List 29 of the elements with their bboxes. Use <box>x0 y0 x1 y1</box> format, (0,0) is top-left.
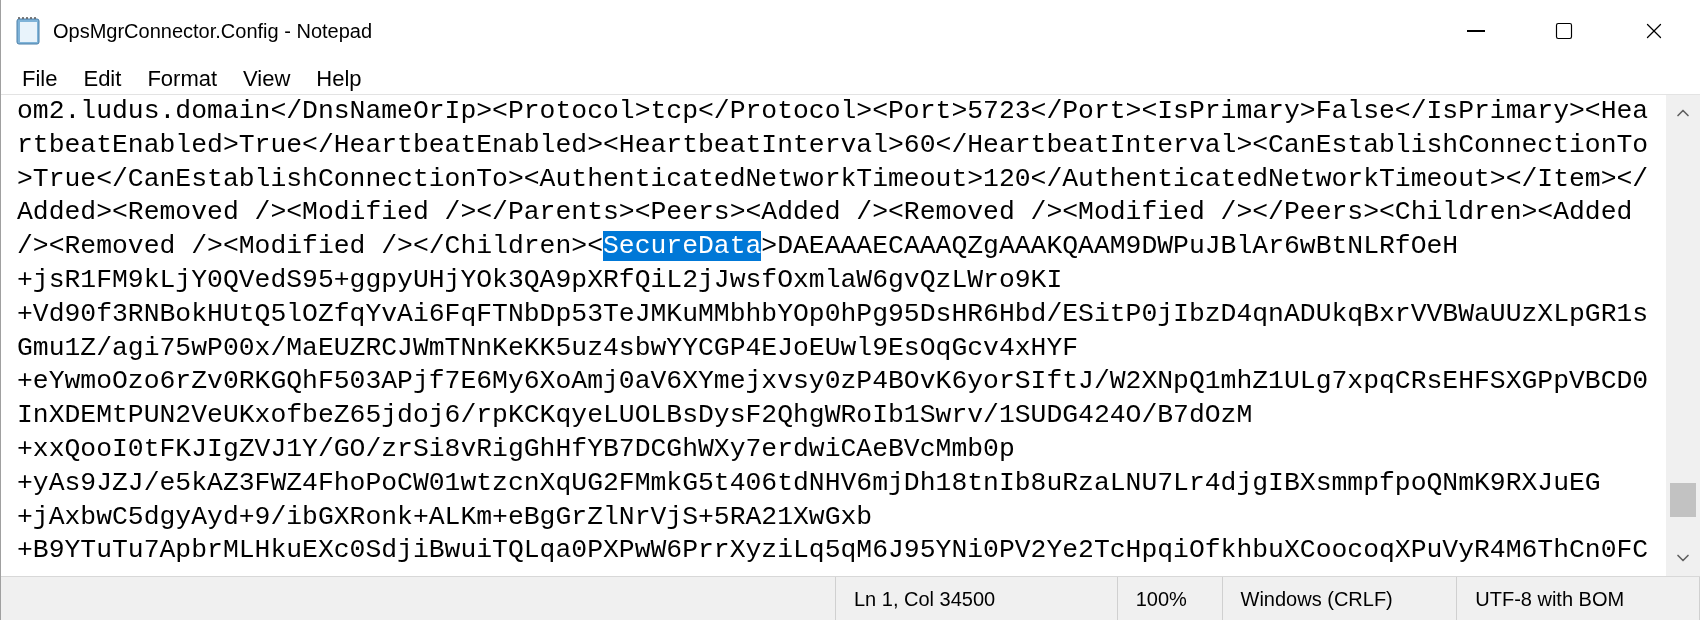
text-line: +xxQooI0tFKJIgZVJ1Y/GO/zrSi8vRigGhHfYB7DCGhWXy7erdwiCAeBVcMmb0p <box>17 432 1015 466</box>
window-title: OpsMgrConnector.Config - Notepad <box>53 19 373 44</box>
status-text: UTF-8 with BOM <box>1475 586 1625 612</box>
text-line: +eYwmoOzo6rZv0RKGQhF503APjf7E6My6XoAmj0aV6XYmejxvsy0zP4BOvK6yorSIftJ/W2XNpQ1mhZ1ULg7xpqCRsEHFSXGPpVBCD0 <box>17 365 1649 399</box>
text-line: Gmu1Z/agi75wP00x/MaEUZRCJWmTNnKeKK5uz4sbwYYCGP4EJoEUwl9EsOqGcv4xHYF <box>17 331 1079 365</box>
text-line: +jAxbwC5dgyAyd+9/ibGXRonk+ALKm+eBgGrZlNrVjS+5RA21XwGxb <box>17 500 873 534</box>
text-line: +Vd90f3RNBokHUtQ5lOZfqYvAi6FqFTNbDp53TeJMKuMMbhbYOp0hPg95DsHR6Hbd/ESitP0jIbzD4qnADUkqBxrVVBWaUUzXLpGR1s <box>17 297 1649 331</box>
text-line: /><Removed /><Modified /></Children><SecureData>DAEAAAECAAAQZgAAAKQAAM9DWPuJBlAr6wBtNLRfOeH <box>17 230 1459 264</box>
menu-item[interactable]: View <box>230 61 304 95</box>
status-text: Windows (CRLF) <box>1240 586 1393 612</box>
text-line: InXDEMtPUN2VeUKxofbeZ65jdoj6/rpKCKqyeLUOLBsDysF2QhgWRoIb1Swrv/1SUDG424O/B7dOzM <box>17 399 1253 433</box>
scrollbar-thumb[interactable] <box>1670 483 1696 517</box>
notepad-icon <box>13 16 43 46</box>
text-line: +B9YTuTu7ApbrMLHkuEXc0SdjiBwuiTQLqa0PXPwW6PrrXyziLq5qM6J95YNi0PV2Ye2TcHpqiOfkhbuXCoocoqXPuVyR4M6ThCn0FC <box>17 534 1649 568</box>
menu-item[interactable]: Help <box>303 61 375 95</box>
status-text: Ln 1, Col 34500 <box>853 586 996 612</box>
text-line: rtbeatEnabled>True</HeartbeatEnabled><HeartbeatInterval>60</HeartbeatInterval><CanEstablishConnectionTo <box>17 128 1649 162</box>
text-line: om2.ludus.domain</DnsNameOrIp><Protocol>tcp</Protocol><Port>5723</Port><IsPrimary>False</IsPrimary><Hea <box>17 95 1649 128</box>
scrollbar[interactable] <box>1666 95 1700 576</box>
text-line: +yAs9JZJ/e5kAZ3FWZ4FhoPoCW01wtzcnXqUG2FMmkG5t406tdNHV6mjDh18tnIb8uRzaLNU7Lr4djgIBXsmmpfpoQNmK9RXJuEG <box>17 466 1601 500</box>
maximize-icon <box>1554 21 1574 41</box>
text-line: Added><Removed /><Modified /></Parents><Peers><Added /><Removed /><Modified /></Peers><Children><Added <box>17 196 1633 230</box>
menu-item[interactable]: Edit <box>70 61 135 95</box>
text-line: >True</CanEstablishConnectionTo><AuthenticatedNetworkTimeout>120</AuthenticatedNetworkTimeout></Item></ <box>17 162 1649 196</box>
text-line: +jsR1FM9kLjY0QVedS95+ggpyUHjYOk3QA9pXRfQiL2jJwsfOxmlaW6gvQzLWro9KI <box>17 264 1063 297</box>
minimize-icon <box>1467 30 1485 32</box>
menu-item[interactable]: File <box>9 61 71 95</box>
menu-item[interactable]: Format <box>134 61 231 95</box>
status-text: 100% <box>1135 586 1187 612</box>
